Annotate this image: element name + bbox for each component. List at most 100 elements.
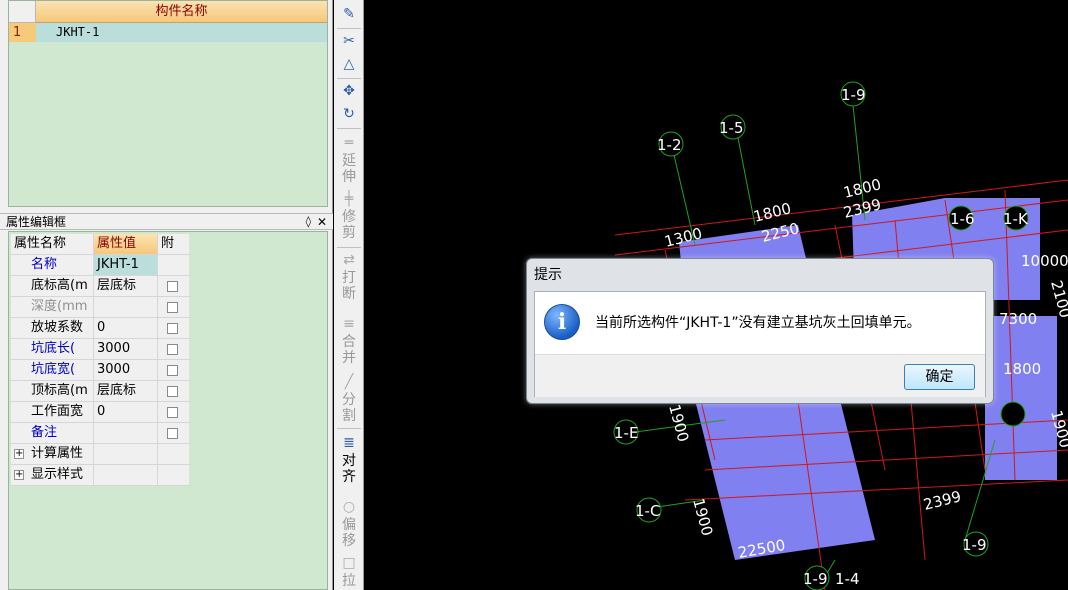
foundation-pit[interactable] xyxy=(695,380,875,560)
trim-icon: ╪ xyxy=(344,191,354,207)
property-value[interactable]: 层底标 xyxy=(94,276,158,296)
attach-checkbox[interactable] xyxy=(167,386,178,397)
attach-checkbox[interactable] xyxy=(167,428,178,439)
property-row[interactable]: 底标高(m 层底标 xyxy=(11,276,191,297)
property-name: 顶标高(m xyxy=(11,381,94,401)
property-row[interactable]: 坑底宽(3000 xyxy=(11,360,191,381)
property-value[interactable]: 3000 xyxy=(94,360,158,380)
trim-button[interactable]: 修剪 xyxy=(338,209,360,241)
split-button[interactable]: 分割 xyxy=(338,392,360,424)
attach-checkbox[interactable] xyxy=(167,407,178,418)
dimension-label: 10000 xyxy=(1021,252,1068,270)
attach-checkbox[interactable] xyxy=(167,365,178,376)
property-value[interactable] xyxy=(94,423,158,443)
attach-checkbox[interactable] xyxy=(167,323,178,334)
axis-label: 1-E xyxy=(614,424,638,442)
component-name-header[interactable]: 构件名称 xyxy=(36,1,327,23)
property-name: 名称 xyxy=(11,255,94,275)
ok-button[interactable]: 确定 xyxy=(904,364,975,390)
column-header-name: 属性名称 xyxy=(11,234,94,254)
property-value[interactable] xyxy=(94,297,158,317)
foundation-pit[interactable] xyxy=(985,316,1057,480)
property-row[interactable]: 工作面宽 0 xyxy=(11,402,191,423)
axis-label: 1-6 xyxy=(950,210,975,228)
axis-label: 1-K xyxy=(1003,210,1029,228)
break-button[interactable]: 打断 xyxy=(338,270,360,302)
property-row[interactable]: 坑底长(3000 xyxy=(11,339,191,360)
dialog-message: 当前所选构件“JKHT-1”没有建立基坑灰土回填单元。 xyxy=(595,315,921,331)
stretch-icon: □ xyxy=(342,555,356,571)
attach-cell xyxy=(158,255,189,275)
column-header-value: 属性值 xyxy=(94,234,158,254)
property-grid-header: 属性名称 属性值 附 xyxy=(11,234,191,255)
property-value[interactable]: 3000 xyxy=(94,339,158,359)
property-editor-titlebar: 属性编辑框 ◊ ✕ xyxy=(0,213,333,230)
attach-checkbox[interactable] xyxy=(167,344,178,355)
axis-label: 1-9 xyxy=(962,536,987,554)
attach-checkbox[interactable] xyxy=(167,281,178,292)
axis-label: 1-2 xyxy=(657,136,682,154)
attach-checkbox[interactable] xyxy=(167,302,178,313)
property-grid: 属性名称 属性值 附 名称 JKHT-1 底标高(m 层底标 深度(mm 放坡系数 0 坑底长… xyxy=(11,234,191,486)
property-value[interactable]: 0 xyxy=(94,318,158,338)
message-dialog: 提示 i 当前所选构件“JKHT-1”没有建立基坑灰土回填单元。 确定 xyxy=(526,258,994,404)
attach-cell xyxy=(158,402,189,422)
property-row[interactable]: 顶标高(m 层底标 xyxy=(11,381,191,402)
property-row[interactable]: 深度(mm xyxy=(11,297,191,318)
dimension-label: 2399 xyxy=(922,487,963,514)
pin-icon[interactable]: ◊ xyxy=(306,214,311,230)
property-row[interactable]: 名称 JKHT-1 xyxy=(11,255,191,276)
offset-button[interactable]: 偏移 xyxy=(338,517,360,549)
copy-icon[interactable]: ✂ xyxy=(336,33,362,49)
attach-cell xyxy=(158,423,189,443)
property-name: 坑底长( xyxy=(11,339,94,359)
mirror-icon[interactable]: △ xyxy=(336,56,362,72)
stretch-button[interactable]: 拉 xyxy=(338,573,360,589)
dialog-button-bar: 确定 xyxy=(535,354,985,397)
property-name: 放坡系数 xyxy=(11,318,94,338)
property-name: 深度(mm xyxy=(11,297,94,317)
dimension-label: 1900 xyxy=(689,496,716,538)
component-row[interactable]: 1 JKHT-1 xyxy=(9,23,327,42)
property-editor-title: 属性编辑框 xyxy=(6,215,67,229)
expand-icon[interactable]: + xyxy=(14,449,24,459)
extend-icon: ═ xyxy=(344,135,354,151)
axis-label: 1-4 xyxy=(835,570,860,588)
property-group-calc[interactable]: + 计算属性 xyxy=(11,444,191,465)
property-editor: 属性名称 属性值 附 名称 JKHT-1 底标高(m 层底标 深度(mm 放坡系数 0 坑底长… xyxy=(8,231,328,590)
break-icon: ⇄ xyxy=(343,252,355,268)
property-name: 工作面宽 xyxy=(11,402,94,422)
move-icon[interactable]: ✥ xyxy=(336,83,362,99)
attach-cell xyxy=(158,381,189,401)
row-number-header xyxy=(9,1,36,23)
attach-cell xyxy=(158,360,189,380)
merge-button[interactable]: 合并 xyxy=(338,334,360,366)
property-row[interactable]: 放坡系数 0 xyxy=(11,318,191,339)
property-value[interactable]: 层底标 xyxy=(94,381,158,401)
property-value[interactable]: JKHT-1 xyxy=(94,255,158,275)
axis-label: 1-9 xyxy=(841,86,866,104)
rotate-icon[interactable]: ↻ xyxy=(336,106,362,122)
dimension-label: 1900 xyxy=(665,402,692,444)
expand-icon[interactable]: + xyxy=(14,470,24,480)
pencil-icon[interactable]: ✎ xyxy=(336,6,362,22)
offset-icon: ○ xyxy=(342,499,356,515)
component-name-cell[interactable]: JKHT-1 xyxy=(36,23,327,42)
property-row[interactable]: 备注 xyxy=(11,423,191,444)
extend-button[interactable]: 延伸 xyxy=(338,153,360,185)
component-list-header: 构件名称 xyxy=(9,1,327,23)
dimension-label: 1800 xyxy=(1003,360,1041,378)
property-value[interactable]: 0 xyxy=(94,402,158,422)
attach-cell xyxy=(158,318,189,338)
property-group-display[interactable]: + 显示样式 xyxy=(11,465,191,486)
info-icon: i xyxy=(544,304,580,340)
left-panel: 构件名称 1 JKHT-1 属性编辑框 ◊ ✕ 属性名称 属性值 附 名称 JKH… xyxy=(0,0,333,590)
attach-cell xyxy=(158,339,189,359)
dimension-label: 7300 xyxy=(999,310,1037,328)
align-button[interactable]: 对齐 xyxy=(338,453,360,485)
component-list[interactable]: 构件名称 1 JKHT-1 xyxy=(8,0,328,207)
property-name: 底标高(m xyxy=(11,276,94,296)
close-icon[interactable]: ✕ xyxy=(317,214,327,230)
attach-cell xyxy=(158,297,189,317)
axis-label: 1-9 xyxy=(803,570,828,588)
